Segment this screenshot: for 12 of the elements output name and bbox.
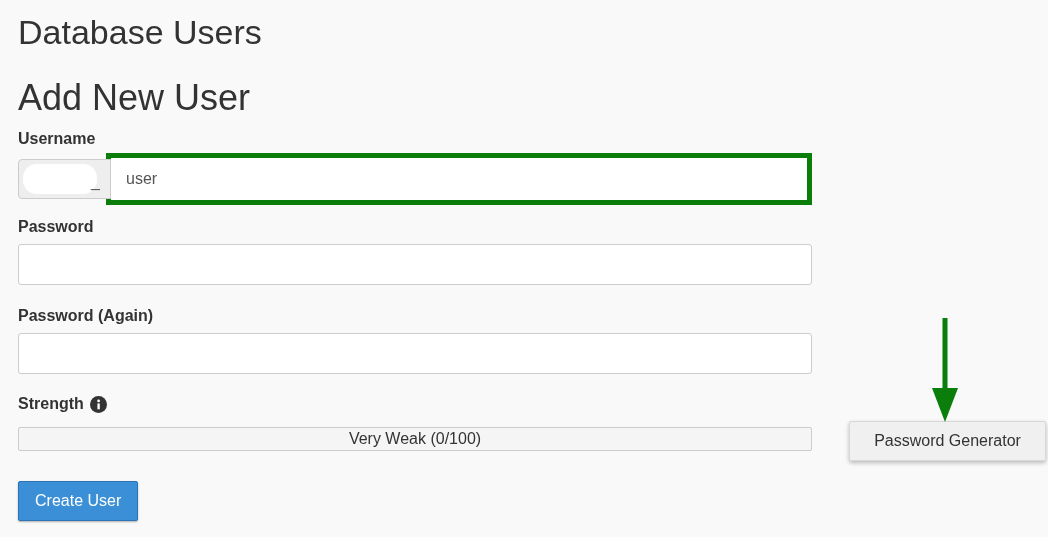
password-field[interactable] (18, 333, 812, 374)
field-label: Password (18, 217, 94, 237)
password-field[interactable] (18, 244, 812, 285)
page-title: Database Users (18, 12, 262, 52)
username-field[interactable]: user (106, 153, 812, 205)
section-title: Add New User (18, 77, 251, 119)
password-generator-button[interactable]: Password Generator (849, 421, 1046, 461)
strength-reading: Very Weak (0/100) (347, 429, 483, 449)
field-label: Strength (18, 394, 84, 414)
info-icon[interactable] (89, 395, 107, 413)
field-label: Password (Again) (18, 306, 154, 326)
field-label: Username (18, 129, 96, 149)
